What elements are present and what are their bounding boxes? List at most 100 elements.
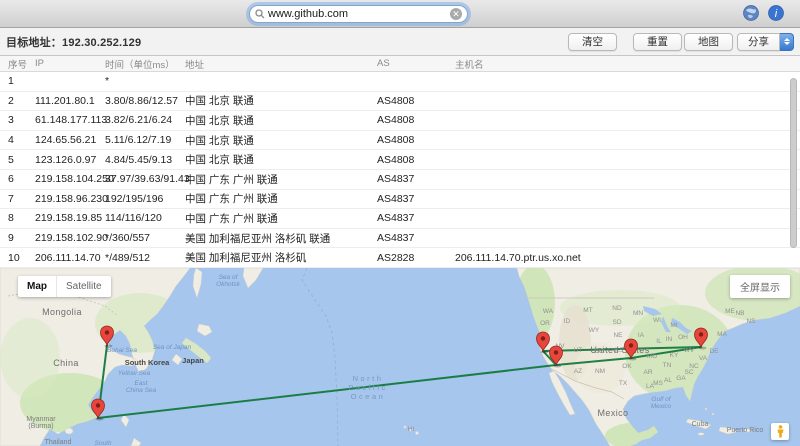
hop-cell-time: 3.82/6.21/6.24 (105, 114, 185, 126)
hop-table-header: 序号 IP 时间（单位ms） 地址 AS 主机名 (0, 56, 800, 72)
hop-row[interactable]: 7219.158.96.230192/195/196中国 广东 广州 联通AS4… (0, 190, 800, 210)
info-icon[interactable]: i (768, 5, 784, 21)
hop-row[interactable]: 6219.158.104.25037.97/39.63/91.43中国 广东 广… (0, 170, 800, 190)
map-label: Puerto Rico (727, 427, 764, 434)
hop-cell-ip: 219.158.19.85 (35, 212, 105, 224)
hop-table-body: 1*2111.201.80.13.80/8.86/12.57中国 北京 联通AS… (0, 72, 800, 268)
hop-cell-seq: 1 (0, 75, 35, 87)
hop-row[interactable]: 5123.126.0.974.84/5.45/9.13中国 北京 联通AS480… (0, 150, 800, 170)
map-label: IL (656, 338, 662, 345)
map-label: DE (709, 348, 719, 355)
target-bar: 目标地址：192.30.252.129 清空 重置 地图 分享 (0, 28, 800, 56)
map-label: IN (666, 336, 673, 343)
map-label: TN (663, 362, 672, 369)
map-label: Mexico (651, 403, 672, 410)
hop-cell-ip: 123.126.0.97 (35, 154, 105, 166)
route-map[interactable]: Sea ofOkhotskSea of JapanBohai SeaYellow… (0, 268, 800, 446)
hop-cell-time: */489/512 (105, 252, 185, 264)
hop-row[interactable]: 4124.65.56.215.11/6.12/7.19中国 北京 联通AS480… (0, 131, 800, 151)
hop-row[interactable]: 8219.158.19.85114/116/120中国 广东 广州 联通AS48… (0, 209, 800, 229)
hop-cell-addr: 美国 加利福尼亚州 洛杉矶 (185, 250, 377, 265)
globe-icon[interactable] (743, 5, 759, 21)
hop-row[interactable]: 2111.201.80.13.80/8.86/12.57中国 北京 联通AS48… (0, 92, 800, 112)
map-label: AL (664, 377, 672, 384)
map-label: Pacific (348, 383, 388, 392)
hop-cell-as: AS4837 (377, 232, 455, 244)
col-as: AS (377, 58, 455, 69)
hop-cell-host: 206.111.14.70.ptr.us.xo.net (455, 252, 800, 264)
map-label: NS (746, 318, 756, 325)
hop-cell-seq: 6 (0, 173, 35, 185)
map-label: VA (699, 355, 708, 362)
satellite-view-button[interactable]: Satellite (56, 276, 111, 297)
clear-button[interactable]: 清空 (568, 33, 617, 51)
map-label: MS (653, 380, 663, 387)
map-label: MT (583, 307, 592, 314)
table-scrollbar-thumb[interactable] (790, 78, 797, 248)
map-label: KS (615, 347, 624, 354)
map-label: GA (676, 375, 686, 382)
hop-row[interactable]: 361.148.177.1133.82/6.21/6.24中国 北京 联通AS4… (0, 111, 800, 131)
map-label: (Burma) (28, 423, 53, 430)
hop-cell-as: AS4837 (377, 193, 455, 205)
hop-cell-ip: 61.148.177.113 (35, 114, 105, 126)
search-icon (255, 9, 265, 19)
share-dropdown-button[interactable] (780, 33, 794, 51)
map-view-button[interactable]: Map (18, 276, 56, 297)
hop-cell-seq: 9 (0, 232, 35, 244)
map-label: ND (612, 305, 622, 312)
hop-cell-addr: 中国 北京 联通 (185, 93, 377, 108)
hop-cell-addr: 中国 广东 广州 联通 (185, 191, 377, 206)
reset-button[interactable]: 重置 (633, 33, 682, 51)
map-label: Bohai Sea (107, 347, 137, 354)
search-field[interactable]: ✕ (249, 5, 468, 23)
map-label: CO (594, 348, 604, 355)
clear-search-icon[interactable]: ✕ (450, 8, 462, 20)
map-label: ID (564, 318, 571, 325)
map-label: Mexico (598, 408, 629, 418)
trace-app-window: ✕ i 目标地址：192.30.252.129 清空 重置 地图 分享 序号 (0, 0, 800, 446)
map-label: Okhotsk (216, 281, 241, 288)
map-label: WI (653, 317, 661, 324)
hop-row[interactable]: 10206.111.14.70*/489/512美国 加利福尼亚州 洛杉矶AS2… (0, 248, 800, 268)
pegman-streetview-icon[interactable] (771, 423, 789, 440)
col-addr: 地址 (185, 57, 377, 71)
hop-cell-addr: 中国 广东 广州 联通 (185, 211, 377, 226)
share-button[interactable]: 分享 (737, 33, 780, 51)
map-label: Thailand (45, 439, 72, 446)
map-label: Sea of (219, 274, 239, 281)
share-button-group: 分享 (737, 33, 794, 51)
fullscreen-button[interactable]: 全屏显示 (730, 275, 790, 298)
hop-cell-addr: 美国 加利福尼亚州 洛杉矶 联通 (185, 231, 377, 246)
map-label: China (53, 358, 79, 368)
map-label: NM (595, 368, 605, 375)
hop-cell-as: AS4808 (377, 114, 455, 126)
col-seq: 序号 (0, 57, 35, 71)
hop-cell-seq: 8 (0, 212, 35, 224)
hop-row[interactable]: 9219.158.102.90*/360/557美国 加利福尼亚州 洛杉矶 联通… (0, 229, 800, 249)
map-label: North (353, 374, 384, 383)
col-ip: IP (35, 58, 105, 69)
map-label: WY (589, 327, 600, 334)
col-time: 时间（单位ms） (105, 57, 185, 71)
map-label: WV (684, 347, 695, 354)
hop-cell-time: */360/557 (105, 232, 185, 244)
hop-cell-ip: 124.65.56.21 (35, 134, 105, 146)
map-label: KY (670, 352, 679, 359)
hop-cell-ip: 206.111.14.70 (35, 252, 105, 264)
map-type-control: Map Satellite (18, 276, 111, 297)
hop-cell-seq: 2 (0, 95, 35, 107)
map-label: Japan (182, 356, 204, 365)
hop-row[interactable]: 1* (0, 72, 800, 92)
map-label: ME (725, 308, 735, 315)
hop-cell-ip: 219.158.102.90 (35, 232, 105, 244)
map-label: AZ (574, 368, 582, 375)
map-label: AR (643, 369, 652, 376)
search-input[interactable] (268, 8, 450, 20)
map-label: China Sea (126, 387, 157, 394)
hop-cell-time: 37.97/39.63/91.43 (105, 173, 185, 185)
map-label: Gulf of (651, 396, 671, 403)
map-button[interactable]: 地图 (684, 33, 733, 51)
map-label: NE (613, 332, 623, 339)
hop-cell-time: 5.11/6.12/7.19 (105, 134, 185, 146)
